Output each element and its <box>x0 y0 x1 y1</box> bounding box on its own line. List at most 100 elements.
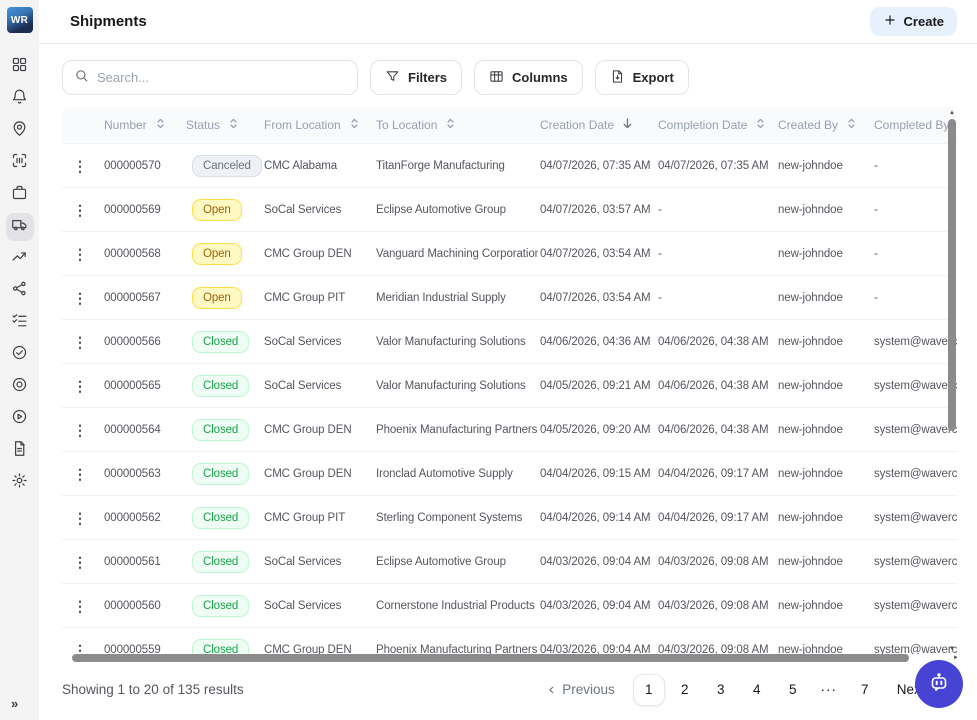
row-menu-icon[interactable]: ⋮ <box>62 423 102 437</box>
cell-from-location: CMC Group PIT <box>262 512 374 524</box>
table-row[interactable]: ⋮ 000000561 Closed SoCal Services Eclips… <box>62 540 957 584</box>
export-button[interactable]: Export <box>595 60 689 95</box>
sidebar-item-dashboard[interactable] <box>6 53 34 81</box>
cell-creation-date: 04/04/2026, 09:15 AM <box>538 468 656 480</box>
check-circle-icon <box>11 344 28 366</box>
column-header[interactable]: To Location <box>374 117 538 133</box>
cell-to-location: Cornerstone Industrial Products <box>374 600 538 612</box>
table-row[interactable]: ⋮ 000000568 Open CMC Group DEN Vanguard … <box>62 232 957 276</box>
column-header[interactable]: Number <box>102 117 184 133</box>
sidebar-item-documents[interactable] <box>6 437 34 465</box>
scroll-up-arrow[interactable]: ▲ <box>949 109 955 117</box>
table-row[interactable]: ⋮ 000000569 Open SoCal Services Eclipse … <box>62 188 957 232</box>
page-button[interactable]: 7 <box>849 674 881 706</box>
sidebar-item-analytics[interactable] <box>6 245 34 273</box>
row-menu-icon[interactable]: ⋮ <box>62 555 102 569</box>
search-box[interactable] <box>62 60 358 95</box>
column-header[interactable]: Completion Date <box>656 117 776 133</box>
cell-creation-date: 04/05/2026, 09:20 AM <box>538 424 656 436</box>
horizontal-scroll-thumb[interactable] <box>72 654 909 662</box>
package-icon <box>11 184 28 206</box>
row-menu-icon[interactable]: ⋮ <box>62 511 102 525</box>
row-menu-icon[interactable]: ⋮ <box>62 159 102 173</box>
target-icon <box>11 376 28 398</box>
column-header[interactable]: From Location <box>262 117 374 133</box>
sidebar-item-tasks[interactable] <box>6 309 34 337</box>
row-menu-icon[interactable]: ⋮ <box>62 247 102 261</box>
table-header-row: Number Status From Location To Location … <box>62 107 957 144</box>
search-input[interactable] <box>97 70 346 85</box>
sidebar-item-shipments[interactable] <box>6 213 34 241</box>
column-header[interactable]: Created By <box>776 117 872 133</box>
table-row[interactable]: ⋮ 000000563 Closed CMC Group DEN Ironcla… <box>62 452 957 496</box>
sidebar-item-inventory[interactable] <box>6 181 34 209</box>
filters-button[interactable]: Filters <box>370 60 462 95</box>
plus-icon <box>883 13 897 30</box>
scroll-right-arrow[interactable]: ► <box>951 655 957 661</box>
sidebar-nav <box>6 53 34 497</box>
status-badge: Closed <box>192 419 249 441</box>
sidebar-item-approvals[interactable] <box>6 341 34 369</box>
column-header[interactable]: Creation Date <box>538 117 656 133</box>
row-menu-icon[interactable]: ⋮ <box>62 335 102 349</box>
row-menu-icon[interactable]: ⋮ <box>62 379 102 393</box>
sidebar-item-integrations[interactable] <box>6 277 34 305</box>
row-menu-icon[interactable]: ⋮ <box>62 467 102 481</box>
page-button[interactable]: 5 <box>777 674 809 706</box>
page-button[interactable]: 2 <box>669 674 701 706</box>
sidebar-item-notifications[interactable] <box>6 85 34 113</box>
table-row[interactable]: ⋮ 000000560 Closed SoCal Services Corner… <box>62 584 957 628</box>
cell-from-location: SoCal Services <box>262 336 374 348</box>
cell-creation-date: 04/05/2026, 09:21 AM <box>538 380 656 392</box>
page-button[interactable]: 3 <box>705 674 737 706</box>
chat-assistant-button[interactable] <box>915 660 963 708</box>
status-badge: Open <box>192 243 242 265</box>
row-menu-icon[interactable]: ⋮ <box>62 203 102 217</box>
sidebar-item-automations[interactable] <box>6 405 34 433</box>
cell-to-location: Eclipse Automotive Group <box>374 204 538 216</box>
sort-icon <box>227 117 240 133</box>
horizontal-scrollbar[interactable]: ◄ ► <box>62 653 957 663</box>
sidebar-expand-button[interactable]: » <box>11 696 17 711</box>
sidebar-item-scan[interactable] <box>6 149 34 177</box>
scroll-down-arrow[interactable]: ▼ <box>949 645 955 653</box>
status-badge: Closed <box>192 595 249 617</box>
cell-to-location: TitanForge Manufacturing <box>374 160 538 172</box>
table-row[interactable]: ⋮ 000000567 Open CMC Group PIT Meridian … <box>62 276 957 320</box>
cell-number: 000000568 <box>102 248 184 260</box>
row-menu-icon[interactable]: ⋮ <box>62 599 102 613</box>
column-header[interactable]: Completed By <box>872 117 957 133</box>
trending-up-icon <box>11 248 28 270</box>
sidebar: WR » <box>0 0 39 720</box>
chevron-left-icon: ‹ <box>549 682 554 698</box>
page-button[interactable]: 1 <box>633 674 665 706</box>
vertical-scroll-thumb[interactable] <box>948 119 956 431</box>
cell-completion-date: - <box>656 204 776 216</box>
sort-icon <box>444 117 457 133</box>
vertical-scrollbar[interactable]: ▲ ▼ <box>947 109 957 653</box>
gear-icon <box>11 472 28 494</box>
table-row[interactable]: ⋮ 000000564 Closed CMC Group DEN Phoenix… <box>62 408 957 452</box>
sidebar-item-targets[interactable] <box>6 373 34 401</box>
table-row[interactable]: ⋮ 000000562 Closed CMC Group PIT Sterlin… <box>62 496 957 540</box>
create-button[interactable]: Create <box>870 7 957 36</box>
columns-button[interactable]: Columns <box>474 60 583 95</box>
sidebar-item-locations[interactable] <box>6 117 34 145</box>
cell-number: 000000567 <box>102 292 184 304</box>
page-button[interactable]: 4 <box>741 674 773 706</box>
cell-creation-date: 04/07/2026, 03:54 AM <box>538 248 656 260</box>
table-row[interactable]: ⋮ 000000565 Closed SoCal Services Valor … <box>62 364 957 408</box>
previous-page-button[interactable]: ‹ Previous <box>549 682 615 698</box>
cell-completion-date: 04/03/2026, 09:08 AM <box>656 600 776 612</box>
sidebar-item-settings[interactable] <box>6 469 34 497</box>
sort-icon <box>154 117 167 133</box>
cell-completed-by: - <box>872 160 957 172</box>
table-row[interactable]: ⋮ 000000566 Closed SoCal Services Valor … <box>62 320 957 364</box>
cell-completion-date: 04/04/2026, 09:17 AM <box>656 512 776 524</box>
cell-completion-date: 04/07/2026, 07:35 AM <box>656 160 776 172</box>
row-menu-icon[interactable]: ⋮ <box>62 291 102 305</box>
column-header[interactable]: Status <box>184 117 262 133</box>
cell-created-by: new-johndoe <box>776 512 872 524</box>
table-row[interactable]: ⋮ 000000559 Closed CMC Group DEN Phoenix… <box>62 628 957 654</box>
table-row[interactable]: ⋮ 000000570 Canceled CMC Alabama TitanFo… <box>62 144 957 188</box>
